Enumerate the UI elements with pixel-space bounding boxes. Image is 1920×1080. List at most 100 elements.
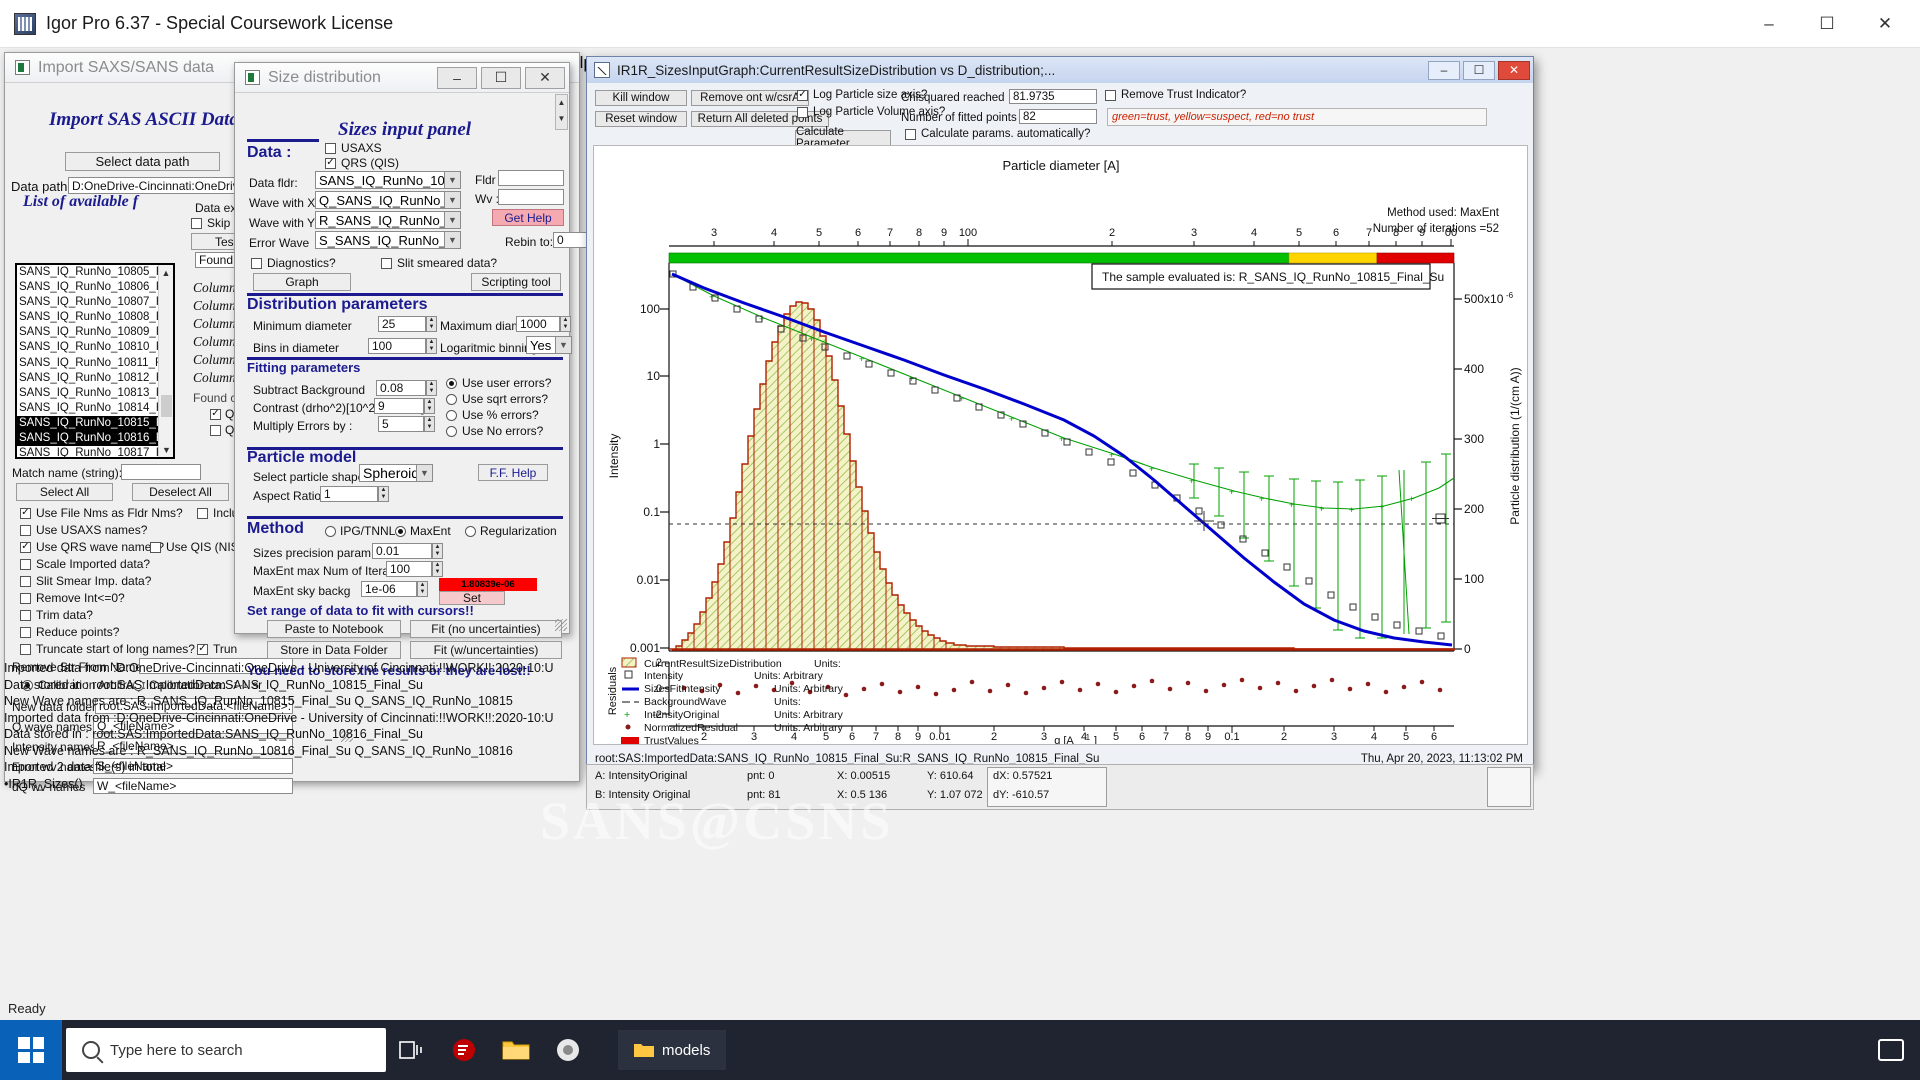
maxent-iter-input[interactable]: 100 (386, 561, 432, 577)
log-binning-dropdown[interactable]: Yes ▼ (526, 336, 572, 354)
list-item-selected[interactable]: SANS_IQ_RunNo_10816_Final_Su (17, 431, 173, 447)
select-data-path-button[interactable]: Select data path (65, 152, 220, 171)
sizes-precision-stepper[interactable]: ▲ ▼ (432, 543, 443, 559)
chevron-down-icon[interactable]: ▼ (445, 211, 461, 229)
graph-button[interactable]: Graph (253, 273, 351, 291)
browser-icon[interactable] (542, 1020, 594, 1080)
chevron-down-icon[interactable]: ▼ (445, 191, 461, 209)
checkbox-box[interactable] (150, 541, 161, 553)
list-item[interactable]: SANS_IQ_RunNo_10814_Final_Su (17, 401, 173, 416)
checkbox-box[interactable] (197, 507, 208, 519)
checkbox-remove-int[interactable]: Remove Int<=0? (20, 591, 125, 605)
checkbox-qrs-qis[interactable]: ✓ QRS (QIS) (325, 156, 399, 170)
checkbox-box[interactable] (20, 609, 31, 621)
available-files-list[interactable]: SANS_IQ_RunNo_10805_Final_Su SANS_IQ_Run… (15, 263, 175, 459)
checkbox-use-usaxs-names[interactable]: Use USAXS names? (20, 523, 147, 537)
close-button[interactable]: ✕ (1498, 60, 1530, 80)
min-diameter-input[interactable]: 25 (378, 316, 426, 332)
maximize-button[interactable]: ☐ (1463, 60, 1495, 80)
list-item[interactable]: SANS_IQ_RunNo_10817_Final_Su (17, 446, 173, 457)
radio-regularization[interactable]: Regularization (465, 524, 557, 538)
system-tray[interactable] (1878, 1039, 1904, 1061)
search-input[interactable]: Type here to search (66, 1028, 386, 1072)
list-item[interactable]: SANS_IQ_RunNo_10810_Final_Su (17, 340, 173, 355)
checkbox-reduce-points[interactable]: Reduce points? (20, 625, 119, 639)
checkbox-slit-smear[interactable]: Slit Smear Imp. data? (20, 574, 151, 588)
task-view-icon[interactable] (386, 1020, 438, 1080)
maxent-iter-stepper[interactable]: ▲ ▼ (432, 561, 443, 577)
list-item[interactable]: SANS_IQ_RunNo_10807_Final_Su (17, 295, 173, 310)
radio-maxent[interactable]: MaxEnt (395, 524, 451, 538)
checkbox-box[interactable] (905, 128, 916, 140)
checkbox-box[interactable]: ✓ (325, 157, 336, 169)
checkbox-calc-params-auto[interactable]: Calculate params. automatically? (905, 128, 1090, 140)
checkbox-usaxs[interactable]: USAXS (325, 141, 382, 155)
maxent-sky-input[interactable]: 1e-06 (361, 581, 417, 597)
scripting-tool-button[interactable]: Scripting tool (471, 273, 561, 291)
fit-with-uncertainties-button[interactable]: Fit (w/uncertainties) (410, 641, 562, 659)
checkbox-include[interactable]: Inclu (197, 506, 238, 520)
checkbox-slit-smeared[interactable]: Slit smeared data? (381, 256, 497, 270)
wave-y-dropdown[interactable]: R_SANS_IQ_RunNo_10815... ▼ (315, 211, 461, 229)
checkbox-box[interactable] (325, 142, 336, 154)
radio-use-user-errors[interactable]: Use user errors? (446, 376, 551, 390)
checkbox-box[interactable]: ✓ (20, 541, 31, 553)
radio-ipg-tnnls[interactable]: IPG/TNNLS (325, 524, 403, 538)
multiply-errors-input[interactable]: 5 (378, 416, 424, 432)
list-item[interactable]: SANS_IQ_RunNo_10811_Final_Su (17, 356, 173, 371)
list-item[interactable]: SANS_IQ_RunNo_10808_Final_Su (17, 310, 173, 325)
minimize-button[interactable]: – (1428, 60, 1460, 80)
ff-help-button[interactable]: F.F. Help (478, 464, 548, 481)
close-button[interactable]: ✕ (1856, 1, 1914, 47)
radio-button[interactable] (395, 525, 406, 537)
list-item-selected[interactable]: SANS_IQ_RunNo_10815_Final_Su (17, 415, 173, 432)
checkbox-box[interactable] (20, 643, 31, 655)
checkbox-truncate-start[interactable]: Truncate start of long names? (20, 642, 195, 656)
radio-button[interactable] (446, 393, 457, 405)
wave-x-dropdown[interactable]: Q_SANS_IQ_RunNo_10815... ▼ (315, 191, 461, 209)
get-help-button[interactable]: Get Help (492, 209, 564, 226)
list-item[interactable]: SANS_IQ_RunNo_10805_Final_Su (17, 265, 173, 280)
reset-window-button[interactable]: Reset window (595, 111, 687, 127)
contrast-input[interactable]: 9 (374, 398, 424, 414)
radio-button[interactable] (446, 409, 457, 421)
paste-notebook-button[interactable]: Paste to Notebook (267, 620, 401, 638)
checkbox-trim-data[interactable]: Trim data? (20, 608, 93, 622)
list-item[interactable]: SANS_IQ_RunNo_10813_Final_Su (17, 386, 173, 401)
radio-button[interactable] (446, 425, 457, 437)
minimize-button[interactable]: – (437, 66, 477, 89)
checkbox-box[interactable] (191, 217, 202, 229)
start-button[interactable] (0, 1020, 62, 1080)
chevron-down-icon[interactable]: ▼ (445, 171, 461, 189)
checkbox-box[interactable] (797, 106, 808, 118)
checkbox-truncate[interactable]: ✓ Trun (197, 642, 237, 656)
aspect-ratio-stepper[interactable]: ▲ ▼ (378, 486, 389, 502)
close-button[interactable]: ✕ (525, 66, 565, 89)
radio-button[interactable] (325, 525, 336, 537)
max-diameter-input[interactable]: 1000 (516, 316, 560, 332)
history-area[interactable]: Imported data from :D:OneDrive-Cincinnat… (4, 660, 584, 820)
dropdown-value[interactable]: Yes (526, 336, 556, 354)
sizes-precision-input[interactable]: 0.01 (372, 543, 432, 559)
checkbox-box[interactable] (381, 257, 392, 269)
bins-stepper[interactable]: ▲ ▼ (426, 338, 437, 354)
contrast-stepper[interactable]: ▲ ▼ (424, 398, 435, 414)
checkbox-diagnostics[interactable]: Diagnostics? (251, 256, 336, 270)
maximize-button[interactable]: ☐ (481, 66, 521, 89)
file-list-scrollbar[interactable]: ▲ ▼ (158, 265, 173, 457)
max-diameter-stepper[interactable]: ▲ ▼ (560, 316, 571, 332)
checkbox-use-file-nms[interactable]: ✓ Use File Nms as Fldr Nms? (20, 506, 183, 520)
radio-use-percent-errors[interactable]: Use % errors? (446, 408, 539, 422)
list-item[interactable]: SANS_IQ_RunNo_10812_Final_Su (17, 371, 173, 386)
checkbox-box[interactable] (20, 558, 31, 570)
match-name-input[interactable] (121, 464, 201, 480)
aspect-ratio-input[interactable]: 1 (320, 486, 378, 502)
size-panel-scrollbar[interactable]: ▲ ▼ (555, 94, 568, 130)
dropdown-value[interactable]: S_SANS_IQ_RunNo_10815... (315, 231, 445, 249)
checkbox-box[interactable]: ✓ (797, 89, 808, 101)
remove-point-button[interactable]: Remove ont w/csrA (691, 90, 809, 106)
bins-input[interactable]: 100 (368, 338, 426, 354)
checkbox-box[interactable] (210, 424, 221, 436)
dropdown-value[interactable]: R_SANS_IQ_RunNo_10815... (315, 211, 445, 229)
wv-input[interactable] (498, 189, 564, 205)
